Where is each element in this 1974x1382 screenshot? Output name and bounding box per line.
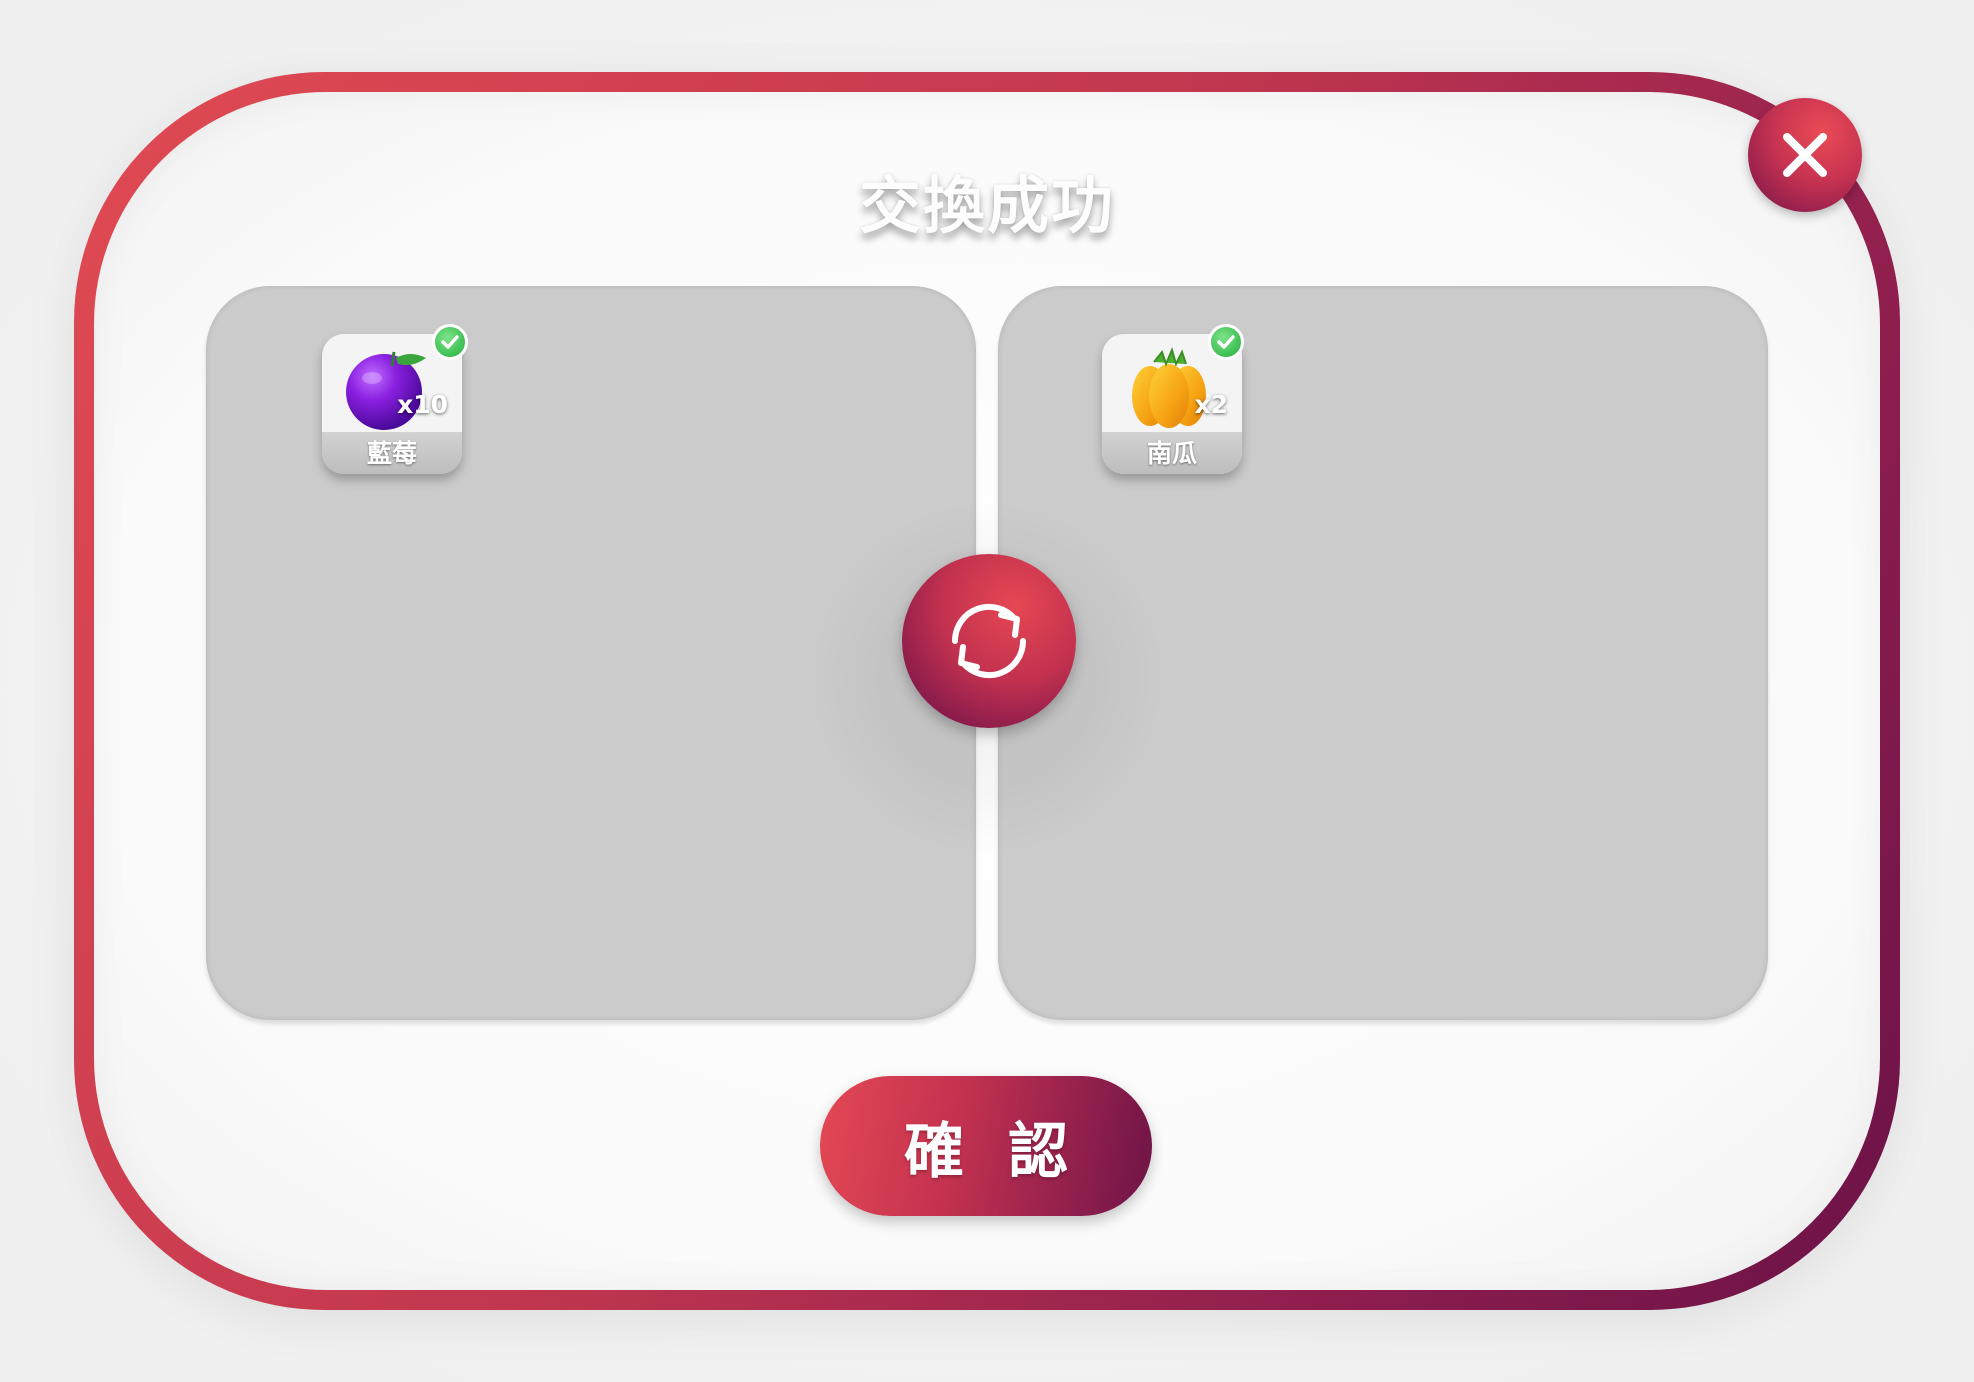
confirmed-check-badge [432, 324, 468, 360]
trade-result-screen: 交換成功 x10 藍莓 x2 南瓜 確認 [0, 0, 1974, 1382]
item-name: 藍莓 [366, 439, 417, 468]
swap-arrows-icon [951, 603, 1027, 679]
dialog-title: 交換成功 [858, 169, 1115, 242]
item-name: 南瓜 [1146, 439, 1197, 468]
confirm-button[interactable]: 確認 [820, 1076, 1152, 1216]
checkmark-icon [1217, 335, 1235, 349]
close-icon [1783, 133, 1827, 177]
item-quantity: x10 [397, 390, 448, 419]
checkmark-icon [441, 335, 459, 349]
close-button[interactable] [1748, 98, 1862, 212]
confirmed-check-badge [1208, 324, 1244, 360]
swap-indicator [902, 554, 1076, 728]
confirm-button-label: 確認 [904, 1116, 1112, 1187]
item-quantity: x2 [1194, 390, 1228, 419]
